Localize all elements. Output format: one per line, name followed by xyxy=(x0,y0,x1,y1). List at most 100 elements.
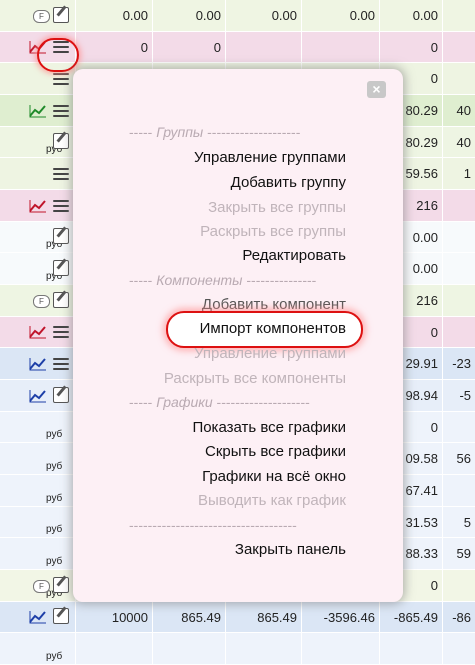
table-cell xyxy=(442,411,475,443)
context-menu-panel: × ----- Группы -------------------- Упра… xyxy=(73,69,403,602)
table-cell xyxy=(442,316,475,348)
chart-icon[interactable] xyxy=(29,357,47,371)
table-cell: 0.00 xyxy=(301,0,379,31)
table-cell xyxy=(225,31,301,63)
menu-icon[interactable] xyxy=(53,326,69,339)
table-cell: -86 xyxy=(442,601,475,633)
formula-icon[interactable]: F xyxy=(33,9,50,23)
row-controls: руб xyxy=(0,633,75,664)
table-cell: 0.00 xyxy=(379,0,442,31)
row-controls: руб xyxy=(0,222,75,253)
menu-icon[interactable] xyxy=(53,168,69,181)
menu-icon[interactable] xyxy=(53,199,69,212)
currency-label: руб xyxy=(46,650,63,662)
chart-icon[interactable] xyxy=(29,389,47,403)
table-cell: 865.49 xyxy=(152,601,225,633)
currency-label: руб xyxy=(46,460,63,472)
edit-icon[interactable] xyxy=(53,6,69,23)
edit-icon[interactable] xyxy=(53,608,69,625)
chart-icon[interactable] xyxy=(29,610,47,624)
table-cell xyxy=(442,0,475,31)
table-cell xyxy=(442,31,475,63)
table-cell: 40 xyxy=(442,126,475,158)
close-icon[interactable]: × xyxy=(367,81,386,98)
table-cell: 59 xyxy=(442,538,475,569)
table-cell xyxy=(442,475,475,506)
table-cell xyxy=(442,190,475,221)
table-cell: -23 xyxy=(442,348,475,379)
currency-label: руб xyxy=(46,429,63,441)
menu-item-expand-all-groups[interactable]: Раскрыть все группы xyxy=(200,223,346,240)
menu-item-close-panel[interactable]: Закрыть панель xyxy=(235,541,346,558)
row-controls: F xyxy=(0,285,75,316)
menu-item-manage-groups-2[interactable]: Управление группами xyxy=(194,345,346,362)
table-cell: 40 xyxy=(442,95,475,126)
table-cell xyxy=(379,633,442,664)
row-controls xyxy=(0,158,75,189)
section-charts-header: ----- Графики -------------------- xyxy=(129,394,310,410)
menu-item-import-components[interactable]: Импорт компонентов xyxy=(200,320,346,337)
chart-icon[interactable] xyxy=(29,325,47,339)
table-cell: -3596.46 xyxy=(301,601,379,633)
chart-icon[interactable] xyxy=(29,199,47,213)
table-cell xyxy=(442,285,475,316)
table-cell: 0 xyxy=(75,31,152,63)
menu-icon[interactable] xyxy=(53,104,69,117)
menu-item-output-as-chart[interactable]: Выводить как график xyxy=(198,492,346,509)
table-cell: 0.00 xyxy=(152,0,225,31)
menu-item-show-all-charts[interactable]: Показать все графики xyxy=(192,419,346,436)
formula-icon[interactable]: F xyxy=(33,294,50,308)
table-cell: 5 xyxy=(442,506,475,538)
table-cell xyxy=(152,633,225,664)
menu-item-expand-all-components[interactable]: Раскрыть все компоненты xyxy=(164,370,346,387)
edit-icon[interactable] xyxy=(53,386,69,403)
table-cell: 56 xyxy=(442,443,475,474)
section-components-header: ----- Компоненты --------------- xyxy=(129,272,317,288)
currency-label: руб xyxy=(46,524,63,536)
menu-item-manage-groups[interactable]: Управление группами xyxy=(194,149,346,166)
edit-icon[interactable] xyxy=(53,228,69,245)
row-controls xyxy=(0,190,75,221)
table-cell xyxy=(301,31,379,63)
edit-icon[interactable] xyxy=(53,291,69,308)
menu-icon[interactable] xyxy=(53,358,69,371)
row-controls xyxy=(0,95,75,126)
table-cell xyxy=(442,633,475,664)
edit-icon[interactable] xyxy=(53,260,69,277)
menu-item-edit[interactable]: Редактировать xyxy=(242,247,346,264)
table-row: F 0.00 0.00 0.00 0.00 0.00 xyxy=(0,0,475,32)
row-controls: руб xyxy=(0,443,75,474)
table-cell xyxy=(301,633,379,664)
row-controls: руб xyxy=(0,127,75,158)
edit-icon[interactable] xyxy=(53,133,69,150)
row-controls: руб xyxy=(0,507,75,538)
menu-item-charts-fullscreen[interactable]: Графики на всё окно xyxy=(202,468,346,485)
row-controls: руб F xyxy=(0,570,75,601)
formula-icon[interactable]: F xyxy=(33,579,50,593)
table-cell: 0.00 xyxy=(75,0,152,31)
menu-icon[interactable] xyxy=(53,73,69,86)
menu-item-close-all-groups[interactable]: Закрыть все группы xyxy=(208,199,346,216)
table-cell xyxy=(225,633,301,664)
menu-item-add-group[interactable]: Добавить группу xyxy=(231,174,346,191)
row-controls xyxy=(0,602,75,633)
table-cell: 0 xyxy=(379,31,442,63)
row-controls xyxy=(0,380,75,411)
separator: ------------------------------------ xyxy=(129,517,297,533)
chart-icon[interactable] xyxy=(29,104,47,118)
row-controls xyxy=(0,317,75,348)
table-cell: 0 xyxy=(152,31,225,63)
row-controls: F xyxy=(0,0,75,31)
edit-icon[interactable] xyxy=(53,576,69,593)
table-cell: 1 xyxy=(442,158,475,189)
table-row: 10000 865.49 865.49 -3596.46 -865.49 -86 xyxy=(0,601,475,634)
table-cell xyxy=(442,221,475,253)
menu-button-highlight xyxy=(37,38,79,72)
table-cell: 10000 xyxy=(75,601,152,633)
table-cell xyxy=(442,63,475,94)
section-groups-header: ----- Группы -------------------- xyxy=(129,124,301,140)
row-controls: руб xyxy=(0,475,75,506)
currency-label: руб xyxy=(46,555,63,567)
table-cell: 0.00 xyxy=(225,0,301,31)
menu-item-hide-all-charts[interactable]: Скрыть все графики xyxy=(205,443,346,460)
